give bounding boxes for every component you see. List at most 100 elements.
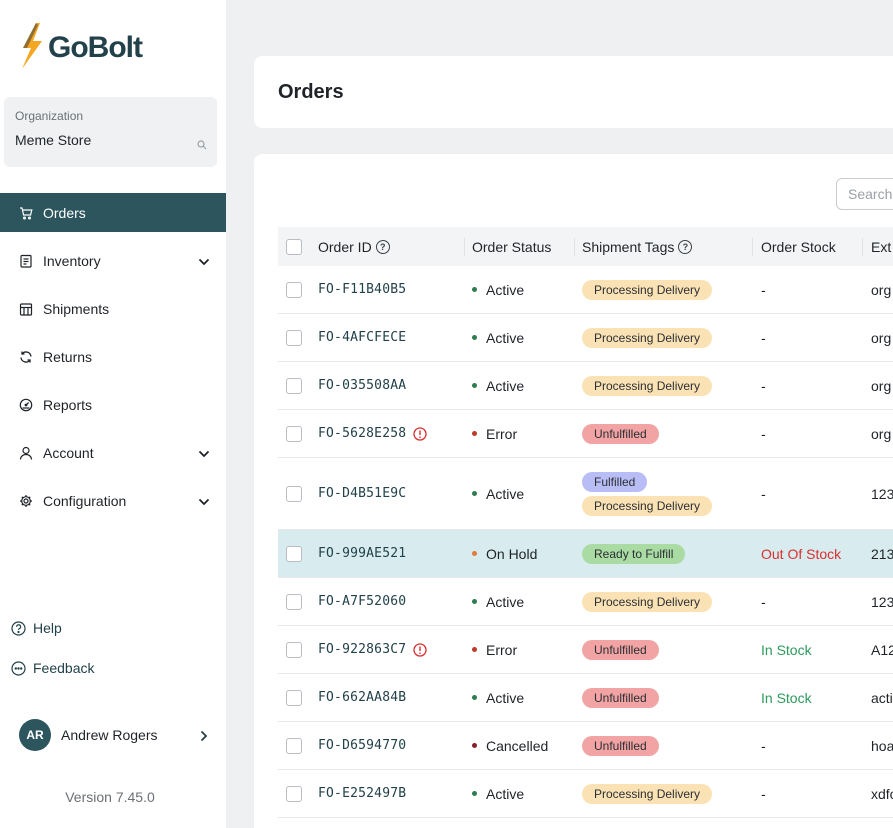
shipment-tag: Processing Delivery — [582, 279, 713, 300]
row-checkbox[interactable] — [286, 281, 302, 298]
table-row[interactable]: FO-A7F52060 Active Processing Delivery - 123 — [278, 578, 893, 626]
row-checkbox-cell — [286, 362, 302, 409]
table-row[interactable]: FO-F11B40B5 Active Processing Delivery - org — [278, 266, 893, 314]
row-checkbox[interactable] — [286, 329, 302, 346]
row-checkbox[interactable] — [286, 425, 302, 442]
order-id-cell: FO-999AE521 — [318, 530, 406, 577]
sidebar-item-label: Reports — [43, 397, 93, 413]
order-stock: In Stock — [761, 641, 812, 658]
table-row[interactable]: FO-4AFCFECE Active Processing Delivery - org — [278, 314, 893, 362]
table-row[interactable]: FO-922863C7 Error Unfulfilled In Stock A12 — [278, 626, 893, 674]
external-id-cell: 123 — [871, 458, 893, 529]
row-checkbox[interactable] — [286, 485, 302, 502]
help-link[interactable]: Help — [10, 620, 62, 636]
order-id-link[interactable]: FO-922863C7 — [318, 642, 406, 657]
column-header-label: Shipment Tags — [582, 238, 675, 255]
search-input[interactable] — [836, 178, 893, 210]
app-version: Version 7.45.0 — [65, 789, 155, 805]
table-row[interactable]: FO-999AE521 On Hold Ready to Fulfill Out Of… — [278, 530, 893, 578]
table-row[interactable]: FO-E252497B Active Processing Delivery - xdf… — [278, 770, 893, 818]
table-row[interactable]: FO-5628E258 Error Unfulfilled - org — [278, 410, 893, 458]
column-header-external[interactable]: Ext — [871, 227, 891, 266]
shipment-tag: Processing Delivery — [582, 591, 713, 612]
order-stock-cell: - — [761, 458, 766, 529]
select-all-checkbox[interactable] — [286, 238, 302, 255]
row-checkbox[interactable] — [286, 641, 302, 658]
sidebar-item-label: Inventory — [43, 253, 101, 269]
order-stock: - — [761, 281, 766, 298]
row-checkbox-cell — [286, 674, 302, 721]
order-status-cell: Active — [472, 458, 524, 529]
sidebar-item-account[interactable]: Account — [0, 429, 226, 477]
column-header-shipment-tags[interactable]: Shipment Tags ? — [582, 227, 693, 266]
order-id-link[interactable]: FO-A7F52060 — [318, 594, 406, 609]
chevron-down-icon — [198, 253, 210, 269]
external-id-cell: org — [871, 410, 891, 457]
order-id-link[interactable]: FO-999AE521 — [318, 546, 406, 561]
order-id-link[interactable]: FO-F11B40B5 — [318, 282, 406, 297]
search-icon — [197, 137, 207, 155]
organization-selector[interactable]: Organization Meme Store — [4, 97, 217, 167]
status-dot — [472, 335, 477, 340]
row-checkbox[interactable] — [286, 545, 302, 562]
sidebar-item-shipments[interactable]: Shipments — [0, 285, 226, 333]
status-dot — [472, 383, 477, 388]
row-checkbox[interactable] — [286, 593, 302, 610]
sidebar-item-configuration[interactable]: Configuration — [0, 477, 226, 525]
order-status: Error — [486, 641, 518, 658]
row-checkbox[interactable] — [286, 785, 302, 802]
order-id-link[interactable]: FO-5628E258 — [318, 426, 406, 441]
column-header-order-stock[interactable]: Order Stock — [761, 227, 836, 266]
chat-bubble-icon — [10, 660, 26, 676]
order-id-link[interactable]: FO-D6594770 — [318, 738, 406, 753]
chevron-down-icon — [198, 445, 210, 461]
order-id-link[interactable]: FO-E252497B — [318, 786, 406, 801]
feedback-link[interactable]: Feedback — [10, 660, 94, 676]
order-id-link[interactable]: FO-D4B51E9C — [318, 486, 406, 501]
row-checkbox[interactable] — [286, 377, 302, 394]
sidebar-item-orders[interactable]: Orders — [0, 193, 226, 232]
shipment-tags-cell: Unfulfilled — [582, 410, 659, 457]
order-id-link[interactable]: FO-662AA84B — [318, 690, 406, 705]
row-checkbox-cell — [286, 410, 302, 457]
column-header-label: Order Status — [472, 238, 552, 255]
chevron-right-icon — [200, 729, 208, 747]
sidebar-item-inventory[interactable]: Inventory — [0, 237, 226, 285]
sidebar-item-label: Configuration — [43, 493, 127, 509]
column-header-order-status[interactable]: Order Status — [472, 227, 551, 266]
order-id-link[interactable]: FO-035508AA — [318, 378, 406, 393]
row-checkbox[interactable] — [286, 737, 302, 754]
column-header-order-id[interactable]: Order ID ? — [318, 227, 390, 266]
table-row[interactable]: FO-035508AA Active Processing Delivery - org — [278, 362, 893, 410]
external-id: org — [871, 329, 892, 346]
external-id-cell: org — [871, 362, 891, 409]
shipment-tags-cell: Processing Delivery — [582, 578, 713, 625]
row-checkbox[interactable] — [286, 689, 302, 706]
column-header-label: Order Stock — [761, 238, 836, 255]
order-id-link[interactable]: FO-4AFCFECE — [318, 330, 406, 345]
order-status-cell: Error — [472, 626, 517, 673]
help-icon[interactable]: ? — [375, 239, 390, 254]
external-id-cell: acti — [871, 674, 893, 721]
order-stock: - — [761, 329, 766, 346]
row-checkbox-cell — [286, 626, 302, 673]
help-icon[interactable]: ? — [678, 239, 693, 254]
row-checkbox-cell — [286, 314, 302, 361]
order-stock: - — [761, 785, 766, 802]
table-row[interactable]: FO-D6594770 Cancelled Unfulfilled - hoa — [278, 722, 893, 770]
sidebar-item-label: Orders — [43, 204, 86, 221]
sidebar-item-returns[interactable]: Returns — [0, 333, 226, 381]
order-stock-cell: - — [761, 410, 766, 457]
user-menu[interactable]: AR Andrew Rogers — [19, 719, 214, 751]
shipment-tags-cell: Processing Delivery — [582, 314, 713, 361]
external-id: org — [871, 281, 892, 298]
table-row[interactable]: FO-662AA84B Active Unfulfilled In Stock acti — [278, 674, 893, 722]
gobolt-logo[interactable]: GoBolt — [18, 22, 143, 74]
order-stock-cell: In Stock — [761, 674, 812, 721]
table-row[interactable]: FO-D4B51E9C Active Fulfilled Processing Del… — [278, 458, 893, 530]
shipment-tags-cell: Fulfilled Processing Delivery — [582, 458, 713, 529]
chevron-down-icon — [198, 493, 210, 509]
external-id: org — [871, 377, 892, 394]
building-icon — [18, 301, 34, 317]
sidebar-item-reports[interactable]: Reports — [0, 381, 226, 429]
